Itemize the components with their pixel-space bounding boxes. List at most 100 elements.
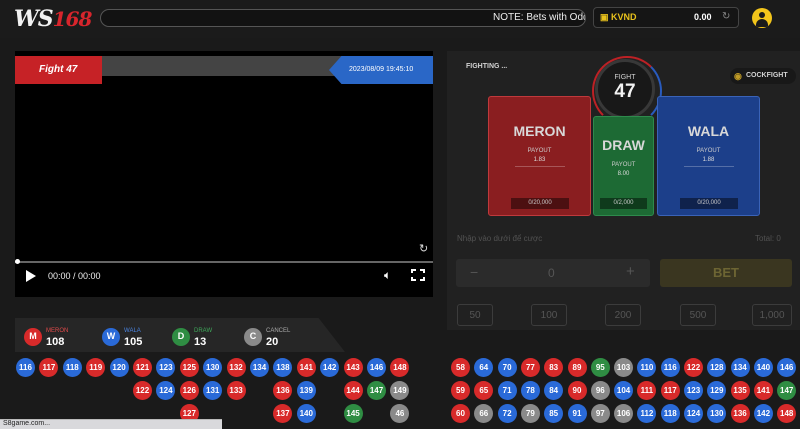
result-ball: 106 bbox=[614, 404, 634, 423]
fight-number-label: FIGHT bbox=[614, 74, 636, 81]
currency-label: KVND bbox=[611, 12, 637, 22]
result-ball: 141 bbox=[296, 358, 316, 377]
fight-label: Fight 47 bbox=[15, 56, 102, 84]
wala-payout: 1.88 bbox=[702, 157, 715, 163]
result-ball: 130 bbox=[203, 358, 223, 377]
result-ball: 125 bbox=[179, 358, 199, 377]
stake-stepper[interactable]: − 0 + bbox=[456, 259, 650, 287]
video-progress-handle[interactable] bbox=[15, 259, 20, 264]
fight-number: 47 bbox=[614, 81, 636, 102]
input-hint: Nhập vào dưới để cược bbox=[457, 234, 543, 243]
video-progress-bar[interactable] bbox=[15, 261, 433, 263]
result-ball: 78 bbox=[520, 381, 540, 400]
chip-100[interactable]: 100 bbox=[531, 304, 567, 326]
result-ball: 147 bbox=[777, 381, 797, 400]
video-player[interactable]: Fight 47 2023/08/09 19:45:10 ↻ 00:00 / 0… bbox=[15, 51, 433, 297]
status-bar: S8game.com... bbox=[0, 419, 222, 429]
logo-text: WS bbox=[14, 6, 54, 32]
result-ball: 66 bbox=[474, 404, 494, 423]
result-ball: 84 bbox=[544, 381, 564, 400]
result-ball: 58 bbox=[451, 358, 470, 377]
bet-button[interactable]: BET bbox=[660, 259, 792, 287]
result-ball: 112 bbox=[637, 404, 657, 423]
wallet-balance[interactable]: ▣ KVND 0.00 ↻ bbox=[593, 7, 739, 28]
result-ball: 120 bbox=[109, 358, 129, 377]
wala-limit: 0/20,000 bbox=[680, 198, 738, 209]
chip-200[interactable]: 200 bbox=[605, 304, 641, 326]
video-refresh-icon[interactable]: ↻ bbox=[419, 242, 428, 255]
cancel-count: 20 bbox=[266, 336, 279, 348]
result-ball: 136 bbox=[273, 381, 293, 400]
result-ball: 119 bbox=[86, 358, 106, 377]
result-ball: 149 bbox=[390, 381, 410, 400]
result-ball: 145 bbox=[343, 404, 363, 423]
fight-status: FIGHTING ... bbox=[466, 63, 508, 70]
result-ball: 72 bbox=[497, 404, 517, 423]
result-ball: 85 bbox=[544, 404, 564, 423]
result-ball: 116 bbox=[16, 358, 35, 377]
result-ball: 79 bbox=[520, 404, 540, 423]
result-ball: 131 bbox=[203, 381, 223, 400]
meron-limit: 0/20,000 bbox=[511, 198, 569, 209]
refresh-icon[interactable]: ↻ bbox=[722, 11, 730, 22]
result-ball: 117 bbox=[660, 381, 680, 400]
video-time: 00:00 / 00:00 bbox=[48, 271, 101, 281]
chip-1000[interactable]: 1,000 bbox=[752, 304, 792, 326]
result-ball: 90 bbox=[567, 381, 587, 400]
fullscreen-icon[interactable] bbox=[410, 268, 426, 282]
result-ball: 146 bbox=[777, 358, 797, 377]
result-ball: 124 bbox=[156, 381, 176, 400]
result-ball: 122 bbox=[684, 358, 703, 377]
meron-count: 108 bbox=[46, 336, 65, 348]
result-ball: 46 bbox=[390, 404, 410, 423]
result-ball: 121 bbox=[133, 358, 152, 377]
result-ball: 146 bbox=[367, 358, 386, 377]
cockfight-button[interactable]: ◉ COCKFIGHT bbox=[730, 68, 796, 84]
result-ball: 103 bbox=[614, 358, 634, 377]
result-ball: 142 bbox=[753, 404, 773, 423]
fight-datetime: 2023/08/09 19:45:10 bbox=[329, 56, 433, 84]
result-ball: 148 bbox=[777, 404, 797, 423]
wala-bet-option[interactable]: WALA PAYOUT 1.88 0/20,000 bbox=[657, 96, 760, 216]
meron-bet-option[interactable]: MERON PAYOUT 1.83 0/20,000 bbox=[488, 96, 591, 216]
play-icon[interactable] bbox=[26, 270, 36, 282]
meron-stat-label: MERON bbox=[46, 328, 69, 334]
volume-icon[interactable]: 🔈︎ bbox=[384, 268, 391, 283]
meron-label: MERON bbox=[513, 123, 566, 139]
total-label: Total: 0 bbox=[755, 234, 781, 243]
decrease-stake-button[interactable]: − bbox=[470, 264, 478, 280]
result-ball: 132 bbox=[226, 358, 246, 377]
result-ball: 136 bbox=[730, 404, 750, 423]
result-ball: 89 bbox=[567, 358, 587, 377]
result-ball: 135 bbox=[730, 381, 750, 400]
logo[interactable]: WS168 bbox=[14, 6, 98, 34]
result-ball: 65 bbox=[474, 381, 494, 400]
draw-limit: 0/2,000 bbox=[600, 198, 647, 209]
fight-number-badge: FIGHT 47 bbox=[592, 56, 662, 126]
result-ball: 140 bbox=[753, 358, 773, 377]
wala-stat-label: WALA bbox=[124, 328, 141, 334]
meron-payout-label: PAYOUT bbox=[527, 148, 552, 154]
result-ball: 83 bbox=[544, 358, 564, 377]
result-ball: 124 bbox=[684, 404, 703, 423]
draw-bet-option[interactable]: DRAW PAYOUT 8.00 0/2,000 bbox=[593, 116, 654, 216]
increase-stake-button[interactable]: + bbox=[626, 263, 635, 280]
chip-50[interactable]: 50 bbox=[457, 304, 493, 326]
wala-count: 105 bbox=[124, 336, 143, 348]
result-ball: 118 bbox=[660, 404, 680, 423]
result-ball: 147 bbox=[367, 381, 386, 400]
result-ball: 71 bbox=[497, 381, 517, 400]
result-ball: 130 bbox=[707, 404, 727, 423]
cancel-badge: C bbox=[244, 328, 262, 346]
result-ball: 91 bbox=[567, 404, 587, 423]
cancel-stat-label: CANCEL bbox=[266, 328, 291, 334]
user-avatar-icon[interactable] bbox=[752, 8, 772, 28]
chip-500[interactable]: 500 bbox=[680, 304, 716, 326]
result-ball: 142 bbox=[320, 358, 340, 377]
wallet-currency: ▣ KVND bbox=[600, 12, 637, 22]
result-ball: 122 bbox=[133, 381, 152, 400]
result-ball: 117 bbox=[39, 358, 59, 377]
wala-payout-label: PAYOUT bbox=[696, 148, 721, 154]
stake-input[interactable]: 0 bbox=[548, 266, 555, 280]
result-ball: 137 bbox=[273, 404, 293, 423]
